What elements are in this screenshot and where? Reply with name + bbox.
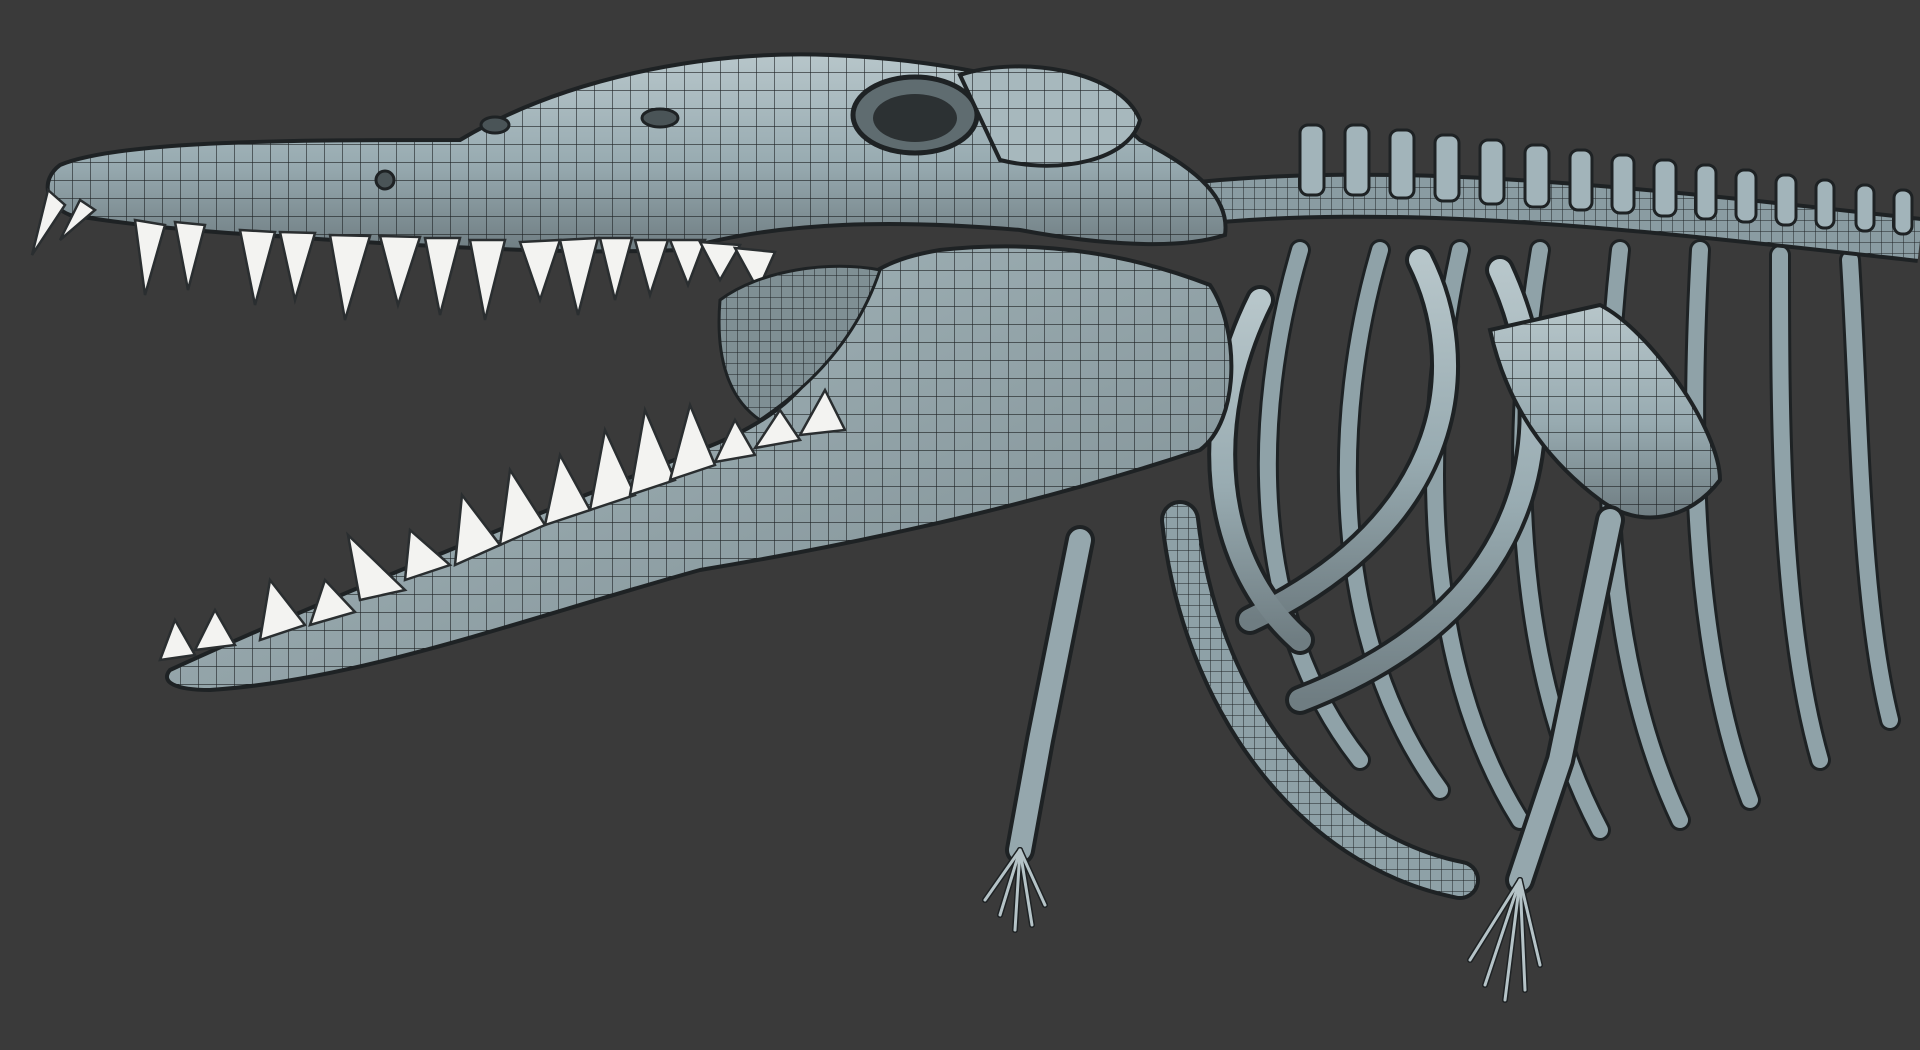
3d-viewport[interactable] bbox=[0, 0, 1920, 1050]
spine bbox=[1177, 123, 1920, 263]
skeleton-model-render bbox=[30, 52, 1920, 1003]
skull bbox=[45, 52, 1228, 254]
